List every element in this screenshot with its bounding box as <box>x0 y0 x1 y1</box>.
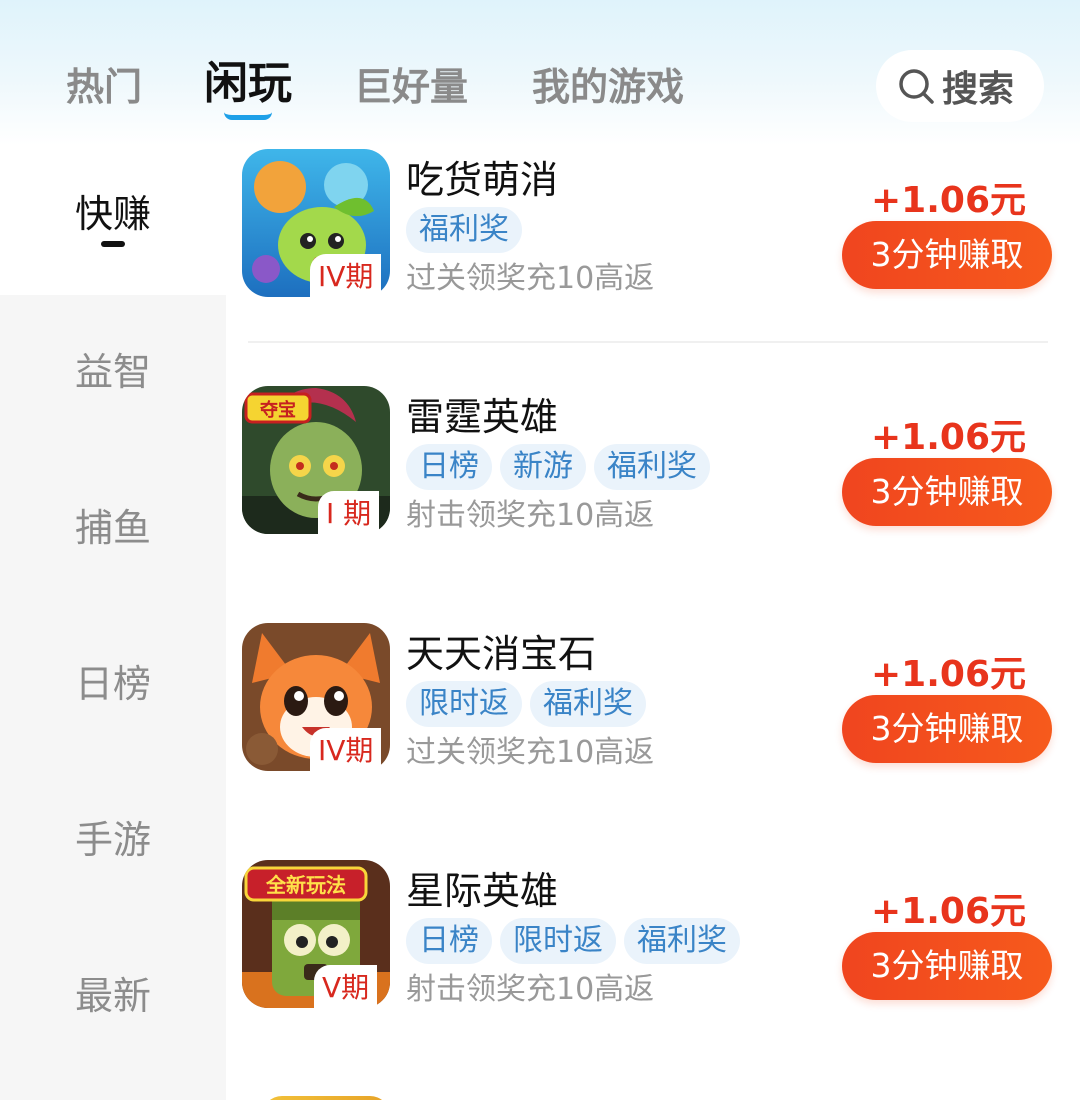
tag-badge: 福利奖 <box>530 681 646 727</box>
sidebar-item-label: 快赚 <box>74 192 151 236</box>
tag-badge: 新游 <box>500 444 586 490</box>
top-header: 热门 闲玩 巨好量 我的游戏 搜索 <box>0 0 1080 145</box>
search-button[interactable]: 搜索 <box>876 50 1044 122</box>
tab-hot[interactable]: 热门 <box>66 58 142 116</box>
icon-badge-text: 夺宝 <box>260 399 296 421</box>
tag-badge: 福利奖 <box>406 207 522 253</box>
tab-big-volume[interactable]: 巨好量 <box>354 58 468 116</box>
reward-amount: +1.06元 <box>871 654 1026 695</box>
active-tab-indicator <box>224 112 272 120</box>
tag-list: 日榜 新游 福利奖 <box>406 444 710 490</box>
tag-list: 日榜 限时返 福利奖 <box>406 918 740 964</box>
earn-button[interactable]: 3分钟赚取 <box>842 695 1052 763</box>
game-row[interactable]: IV期 天天消宝石 限时返 福利奖 过关领奖充10高返 +1.06元 3分钟赚取 <box>226 623 1080 783</box>
period-badge: IV期 <box>310 728 382 772</box>
tag-badge: 限时返 <box>500 918 616 964</box>
tag-list: 限时返 福利奖 <box>406 681 646 727</box>
earn-button[interactable]: 3分钟赚取 <box>842 458 1052 526</box>
sidebar-active-indicator <box>101 241 125 247</box>
game-title: 吃货萌消 <box>406 158 559 202</box>
game-title: 雷霆英雄 <box>406 395 559 439</box>
row-divider <box>248 341 1048 343</box>
earn-button[interactable]: 3分钟赚取 <box>842 221 1052 289</box>
sidebar-item-mobile-games[interactable]: 手游 <box>0 809 226 864</box>
game-list: IV期 吃货萌消 福利奖 过关领奖充10高返 +1.06元 3分钟赚取 夺宝 I… <box>226 145 1080 1100</box>
search-icon <box>899 69 934 104</box>
game-description: 射击领奖充10高返 <box>406 498 655 533</box>
tag-badge: 日榜 <box>406 918 492 964</box>
game-description: 过关领奖充10高返 <box>406 261 655 296</box>
period-badge: I 期 <box>318 491 380 535</box>
icon-badge-text: 全新玩法 <box>265 873 346 897</box>
sidebar-item-newest[interactable]: 最新 <box>0 965 226 1020</box>
game-row[interactable]: 全新玩法 V期 星际英雄 日榜 限时返 福利奖 射击领奖充10高返 +1.06元… <box>226 860 1080 1020</box>
sidebar-item-fishing[interactable]: 捕鱼 <box>0 497 226 552</box>
sidebar-item-quick-earn[interactable]: 快赚 <box>0 145 226 295</box>
tab-my-games[interactable]: 我的游戏 <box>532 58 684 116</box>
game-title: 星际英雄 <box>406 869 559 913</box>
game-description: 过关领奖充10高返 <box>406 735 655 770</box>
sidebar-item-puzzle[interactable]: 益智 <box>0 341 226 396</box>
earn-button[interactable]: 3分钟赚取 <box>842 932 1052 1000</box>
reward-amount: +1.06元 <box>871 891 1026 932</box>
next-game-icon-partial[interactable] <box>262 1096 390 1100</box>
tag-badge: 日榜 <box>406 444 492 490</box>
game-row[interactable]: IV期 吃货萌消 福利奖 过关领奖充10高返 +1.06元 3分钟赚取 <box>226 149 1080 309</box>
period-badge: IV期 <box>310 254 382 298</box>
category-sidebar: 快赚 益智 捕鱼 日榜 手游 最新 <box>0 145 226 1100</box>
top-tabs: 热门 闲玩 巨好量 我的游戏 <box>0 58 860 128</box>
game-title: 天天消宝石 <box>406 632 597 676</box>
reward-amount: +1.06元 <box>871 417 1026 458</box>
tag-badge: 限时返 <box>406 681 522 727</box>
reward-amount: +1.06元 <box>871 180 1026 221</box>
tag-list: 福利奖 <box>406 207 522 253</box>
tag-badge: 福利奖 <box>624 918 740 964</box>
game-description: 射击领奖充10高返 <box>406 972 655 1007</box>
tab-casual[interactable]: 闲玩 <box>204 58 292 110</box>
search-label: 搜索 <box>942 69 1015 110</box>
sidebar-item-daily-rank[interactable]: 日榜 <box>0 653 226 708</box>
period-badge: V期 <box>314 965 378 1009</box>
tag-badge: 福利奖 <box>594 444 710 490</box>
game-row[interactable]: 夺宝 I 期 雷霆英雄 日榜 新游 福利奖 射击领奖充10高返 +1.06元 3… <box>226 386 1080 546</box>
